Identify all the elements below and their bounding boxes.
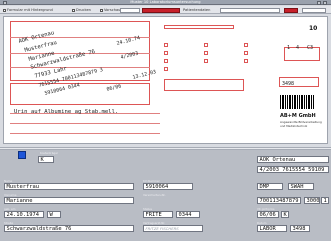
form-checkbox [164,51,168,55]
preview-toggle[interactable]: Vorschau [100,7,120,13]
form-rule [10,133,160,134]
status2-field[interactable]: 1 [321,197,329,204]
form-checkbox [204,59,208,63]
strasse-field[interactable]: Schwarzwaldstraße 76 [4,225,134,232]
form-checkbox [244,51,248,55]
status-field[interactable]: 3000 [304,197,320,204]
print-toggle[interactable]: Drucken [72,7,91,13]
title-bar: Muster 10 Laboratoriumsuntersuchung [0,0,331,5]
fischer-field[interactable]: FRITZE FISCHERS [143,225,203,232]
toolbar-field[interactable] [220,7,280,13]
form-preview: 10 AOK Ortenau Musterfrau Marianne Schwa… [3,16,328,144]
kasse-field[interactable]: AOK Ortenau [257,156,329,163]
checkbox-icon [3,8,6,12]
frei-nr-field[interactable]: 0344 [176,211,200,218]
form-number: 10 [309,25,318,32]
form-field-box [164,79,244,91]
geb-field[interactable]: 24.10.1974 [4,211,44,218]
barcode [280,95,324,109]
form-mark: 1 [287,45,291,51]
toolbar-input[interactable] [120,7,140,13]
toolbar-red-button[interactable] [284,7,298,13]
form-mark: 3498 [282,81,295,87]
form-note: Urin auf Albumine ag Stab.mell. [14,109,119,115]
minimize-icon[interactable] [317,0,321,5]
close-icon[interactable] [323,0,327,5]
vk-field[interactable]: 06/06 [257,211,279,218]
geschlecht-field[interactable]: W [47,211,61,218]
patient-data-button[interactable] [142,7,180,13]
label-kostentraeger: Kostenträger [40,151,59,155]
form-mark: C3 [307,45,314,51]
checkbox-icon [100,8,103,12]
form-checkbox [164,43,168,47]
form-mark: 4 [296,45,300,51]
window-title: Muster 10 Laboratoriumsuntersuchung [130,0,201,4]
vorname-field[interactable]: Marianne [4,197,134,204]
toolbar-label: Patientendaten [183,8,211,12]
option-background-checkbox[interactable]: Formular mit Hintergrund [3,7,53,13]
name-field[interactable]: Musterfrau [4,183,134,190]
labor-nr-field[interactable]: 3498 [290,225,310,232]
labor-field[interactable]: LABOR [257,225,287,232]
dmp-field[interactable]: DMP [257,183,283,190]
k-field[interactable]: K [38,156,54,163]
frei-field[interactable]: FRITE [143,211,173,218]
checkbox-row [164,25,234,29]
form-checkbox [204,43,208,47]
form-rule [10,123,160,124]
checkbox-icon [72,8,75,12]
system-menu-icon[interactable] [3,0,7,5]
toolbar: Formular mit Hintergrund Drucken Vorscha… [0,6,331,14]
versnr-field[interactable]: 700113487879 [257,197,301,204]
bnr-field[interactable]: 5910064 [143,183,193,190]
form-checkbox [244,43,248,47]
color-indicator [18,151,26,159]
patient-data-panel: K Kostenträger AOK Ortenau 4/2003 761555… [0,150,331,241]
lab-name: AB+M GmbH [280,113,316,119]
kasse-info-field[interactable]: 4/2003 7615554 59109 [257,166,329,173]
form-checkbox [164,59,168,63]
app-window: Muster 10 Laboratoriumsuntersuchung Form… [0,0,331,241]
form-checkbox [244,59,248,63]
form-checkbox [204,51,208,55]
lab-line: und Medizintechnik [280,124,308,128]
toolbar-field-2[interactable] [302,7,326,13]
dmp-value-field[interactable]: SWAH [288,183,314,190]
form-checkbox [164,67,168,71]
vk-flag-field[interactable]: K [281,211,289,218]
label-versnr: Versicherten-Nr. [143,193,166,197]
